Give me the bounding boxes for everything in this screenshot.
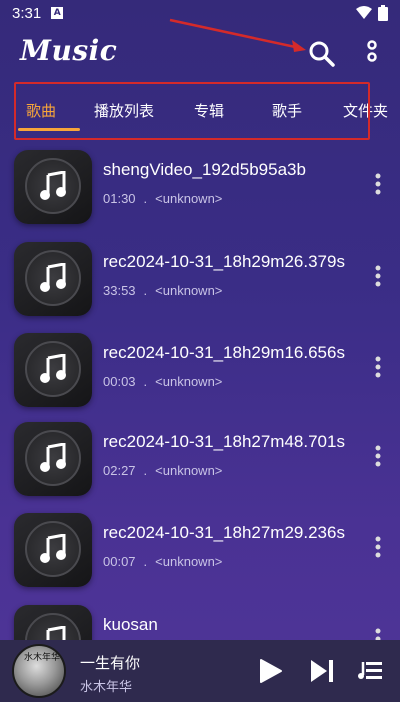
- music-note-icon: [40, 534, 66, 563]
- active-tab-indicator: [18, 128, 80, 131]
- song-meta: 33:53. <unknown>: [103, 283, 223, 298]
- song-thumbnail: [14, 333, 92, 407]
- tab-playlists[interactable]: 播放列表: [94, 100, 154, 121]
- more-vert-icon[interactable]: [370, 172, 386, 196]
- search-icon[interactable]: [306, 38, 338, 70]
- album-art[interactable]: 水木年华: [12, 644, 66, 698]
- song-row[interactable]: rec2024-10-31_18h27m29.236s 00:07. <unkno…: [0, 509, 400, 599]
- app-bar: Music: [0, 26, 400, 82]
- more-vert-icon[interactable]: [370, 264, 386, 288]
- music-note-icon: [40, 263, 66, 292]
- song-thumbnail: [14, 422, 92, 496]
- song-thumbnail: [14, 513, 92, 587]
- more-vert-icon[interactable]: [370, 627, 386, 640]
- tab-folders[interactable]: 文件夹: [343, 100, 388, 121]
- song-row[interactable]: kuosan: [0, 601, 400, 640]
- more-vert-icon[interactable]: [370, 355, 386, 379]
- wifi-icon: [356, 6, 372, 19]
- more-vert-icon[interactable]: [362, 38, 382, 70]
- now-playing-title: 一生有你: [80, 654, 141, 672]
- song-title: rec2024-10-31_18h27m29.236s: [103, 523, 345, 542]
- song-title: shengVideo_192d5b95a3b: [103, 160, 306, 179]
- status-icons: [356, 5, 388, 21]
- app-logo: Music: [20, 34, 118, 67]
- song-title: rec2024-10-31_18h29m16.656s: [103, 343, 345, 362]
- song-thumbnail: [14, 150, 92, 224]
- song-thumbnail: [14, 242, 92, 316]
- queue-music-icon[interactable]: [358, 660, 384, 682]
- play-icon[interactable]: [259, 658, 283, 684]
- song-list[interactable]: shengVideo_192d5b95a3b 01:30. <unknown> r…: [0, 146, 400, 640]
- song-meta: 00:03. <unknown>: [103, 374, 223, 389]
- album-art-text: 水木年华: [24, 653, 61, 663]
- song-thumbnail: [14, 605, 92, 640]
- music-note-icon: [40, 443, 66, 472]
- music-note-icon: [40, 171, 66, 200]
- song-meta: 01:30. <unknown>: [103, 191, 223, 206]
- song-title: rec2024-10-31_18h27m48.701s: [103, 432, 345, 451]
- song-title: rec2024-10-31_18h29m26.379s: [103, 252, 345, 271]
- more-vert-icon[interactable]: [370, 444, 386, 468]
- music-note-icon: [46, 626, 66, 640]
- now-playing-artist: 水木年华: [80, 680, 133, 695]
- song-row[interactable]: rec2024-10-31_18h29m16.656s 00:03. <unkno…: [0, 329, 400, 419]
- song-row[interactable]: shengVideo_192d5b95a3b 01:30. <unknown>: [0, 146, 400, 236]
- song-meta: 00:07. <unknown>: [103, 554, 223, 569]
- skip-next-icon[interactable]: [309, 658, 335, 684]
- song-title: kuosan: [103, 615, 158, 634]
- battery-icon: [378, 5, 388, 21]
- now-playing-bar[interactable]: 水木年华 一生有你 水木年华: [0, 640, 400, 702]
- status-time: 3:31: [12, 4, 42, 22]
- song-row[interactable]: rec2024-10-31_18h27m48.701s 02:27. <unkno…: [0, 418, 400, 508]
- song-row[interactable]: rec2024-10-31_18h29m26.379s 33:53. <unkno…: [0, 238, 400, 328]
- tab-albums[interactable]: 专辑: [194, 100, 224, 121]
- tab-songs[interactable]: 歌曲: [26, 100, 56, 121]
- song-meta: 02:27. <unknown>: [103, 463, 223, 478]
- tab-artists[interactable]: 歌手: [272, 100, 302, 121]
- notification-a-icon: A: [51, 7, 64, 19]
- more-vert-icon[interactable]: [370, 535, 386, 559]
- music-note-icon: [40, 354, 66, 383]
- status-bar: 3:31 A: [0, 0, 400, 26]
